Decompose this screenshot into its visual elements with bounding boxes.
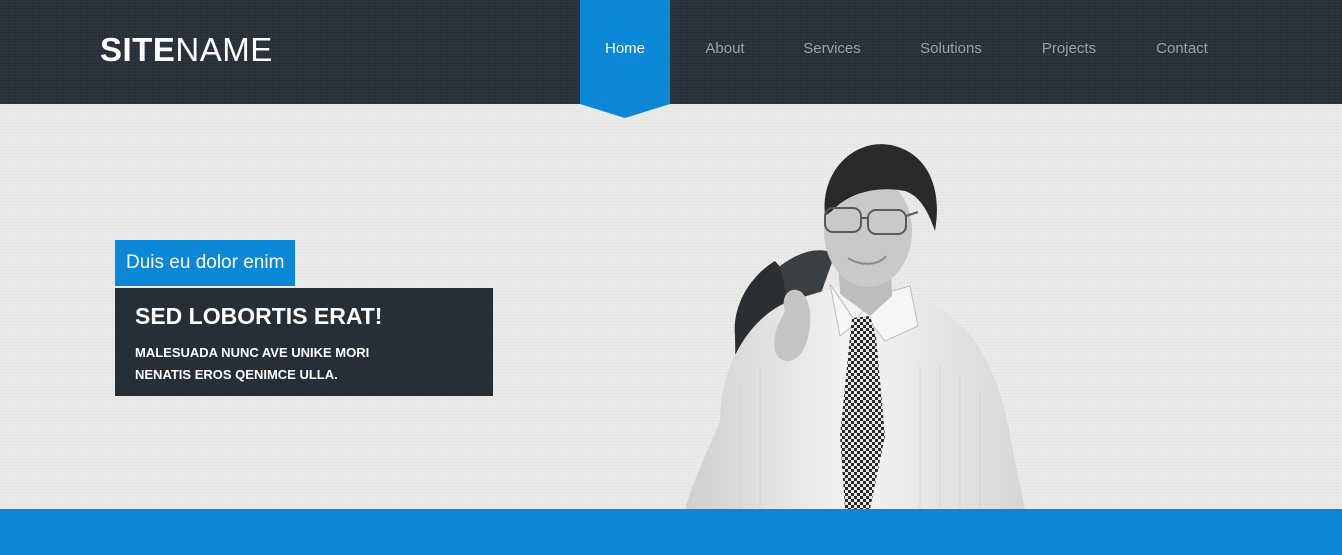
hero-tag: Duis eu dolor enim <box>115 240 296 286</box>
nav-item-home[interactable]: Home <box>580 0 670 104</box>
active-nav-pointer <box>580 104 670 118</box>
nav-item-about[interactable]: About <box>690 0 760 104</box>
footer-bar <box>0 509 1342 555</box>
nav-item-services[interactable]: Services <box>792 0 872 104</box>
hero-text: MALESUADA NUNC AVE UNIKE MORI NENATIS ER… <box>135 345 370 382</box>
nav-item-solutions[interactable]: Solutions <box>906 0 996 104</box>
hero-title: SED LOBORTIS ERAT! <box>135 303 383 329</box>
site-logo[interactable]: SITENAME <box>100 30 273 70</box>
hero-card: SED LOBORTIS ERAT! MALESUADA NUNC AVE UN… <box>115 288 493 396</box>
nav-item-projects[interactable]: Projects <box>1030 0 1108 104</box>
logo-bold-text: SITE <box>100 31 176 68</box>
nav-item-contact[interactable]: Contact <box>1146 0 1218 104</box>
businessman-image <box>685 144 1025 509</box>
site-header: SITENAME Home About Services Solutions P… <box>0 0 1342 104</box>
logo-light-text: NAME <box>175 31 273 68</box>
